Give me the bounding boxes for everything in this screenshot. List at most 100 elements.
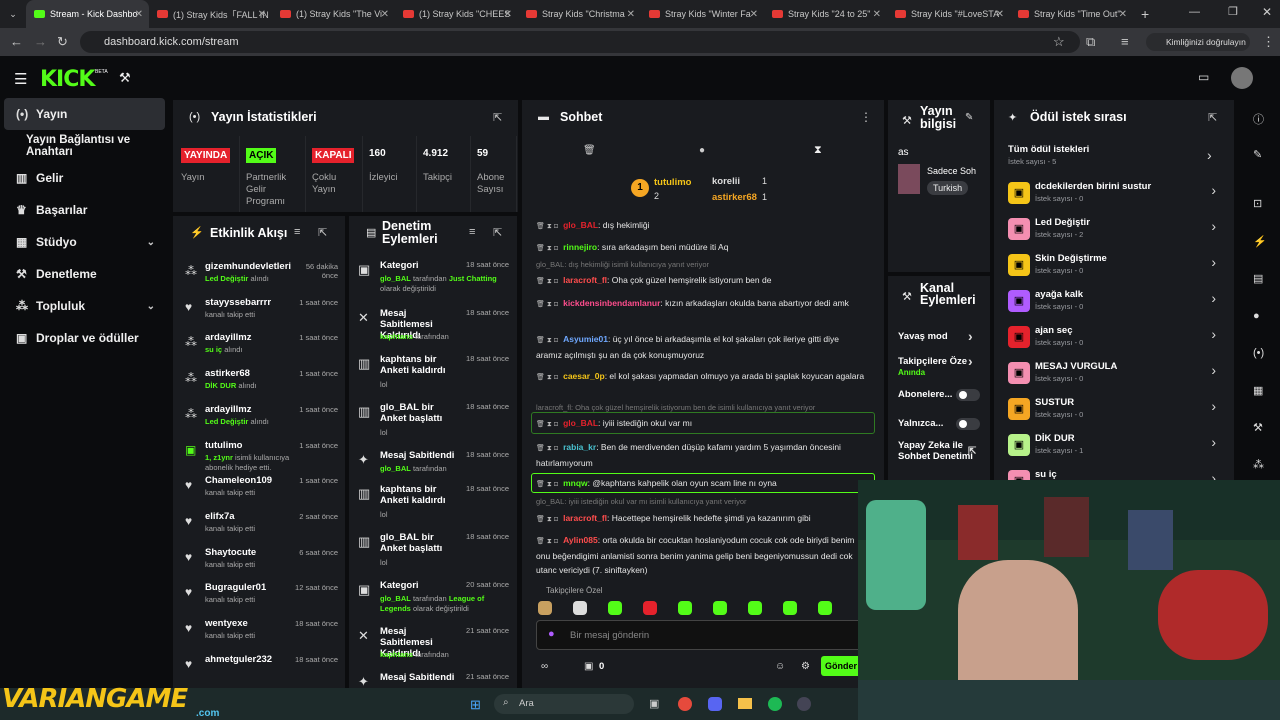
mod-user[interactable]: glo_BAL [380,274,411,283]
folder-icon[interactable] [738,698,752,709]
maximize-button[interactable]: ❐ [1228,5,1238,18]
sidebar-item-6[interactable]: ⚒ Denetleme [4,258,165,290]
chat-username[interactable]: laracroft_fl [563,275,607,285]
chat-username[interactable]: Aylin085 [563,535,598,545]
channel-action[interactable]: Yapay Zeka ile Sohbet Denetimi ⇱ [898,440,980,462]
windows-start-icon[interactable]: ⊞ [470,697,481,713]
url-input[interactable]: dashboard.kick.com/stream [80,31,1080,53]
emoji-icon[interactable]: ☺ [775,661,785,672]
edit-icon[interactable]: ✎ [965,112,973,123]
popout-icon[interactable]: ⇱ [1208,111,1217,124]
popout-icon[interactable]: ⇱ [493,226,502,239]
close-tab-icon[interactable]: ✕ [1119,9,1127,20]
reward-item[interactable]: ▣ Skin Değiştirme İstek sayısı - 0 › [1007,250,1222,284]
external-link-icon[interactable]: ⇱ [968,446,976,457]
menu-dots-icon[interactable]: ⋮ [1262,34,1275,50]
send-button[interactable]: Gönder [821,656,861,676]
channel-action[interactable]: Yalnızca... [898,418,980,430]
emote-icon[interactable] [608,601,622,615]
channel-action[interactable]: Takipçilere Öze Anında › [898,354,980,378]
chevron-right-icon[interactable]: › [1207,147,1212,163]
activity-username[interactable]: ahmetguler232 [205,654,272,665]
emote-icon[interactable] [818,601,832,615]
bolt-icon[interactable]: ⚡ [1253,235,1267,248]
activity-username[interactable]: Chameleon109 [205,475,272,486]
info-icon[interactable]: ⓘ [1253,111,1264,127]
sidebar-item-7[interactable]: ⁂ Topluluk ⌄ [4,290,165,322]
activity-username[interactable]: elifx7a [205,511,235,522]
trash-icon[interactable]: 🗑 ⧗ ⊡ [536,278,560,285]
mod-user[interactable]: glo_BAL [380,464,411,473]
mod-user[interactable]: kaphtans [380,332,413,341]
chat-bubble-icon[interactable]: ● [699,145,705,156]
bookmark-star-icon[interactable]: ☆ [1053,34,1065,50]
chat-icon[interactable]: ● [1253,310,1260,322]
trash-icon[interactable]: 🗑 ⧗ ⊡ [536,538,560,545]
trash-icon[interactable]: 🗑 ⧗ ⊡ [536,374,560,381]
activity-username[interactable]: wentyexe [205,618,248,629]
close-tab-icon[interactable]: ✕ [381,9,389,20]
browser-tab[interactable]: Stray Kids "24 to 25" ✕ [764,0,887,28]
activity-username[interactable]: ardayillmz [205,332,251,343]
close-tab-icon[interactable]: ✕ [627,9,635,20]
activity-username[interactable]: Bugraguler01 [205,582,266,593]
steam-icon[interactable] [797,697,811,711]
browser-tab[interactable]: Stream - Kick Dashbo ✕ [26,0,149,28]
sidebar-item-8[interactable]: ▣ Droplar ve ödüller [4,322,165,354]
trash-icon[interactable]: 🗑 ⧗ ⊡ [536,245,560,252]
avatar[interactable] [1231,67,1253,89]
close-tab-icon[interactable]: ✕ [750,9,758,20]
discord-icon[interactable] [708,697,722,711]
hamburger-icon[interactable]: ☰ [14,70,27,88]
trash-icon[interactable]: 🗑 ⧗ ⊡ [536,301,560,308]
reload-icon[interactable]: ↻ [57,34,68,50]
reward-item[interactable]: ▣ dcdekilerden birini sustur İstek sayısı … [1007,178,1222,212]
media-icon[interactable]: ≡ [1121,34,1129,49]
forward-icon[interactable]: → [34,34,47,49]
trash-icon[interactable]: 🗑 ⧗ ⊡ [536,516,560,523]
channel-action[interactable]: Yavaş mod › [898,329,980,343]
emote-icon[interactable] [538,601,552,615]
activity-username[interactable]: Shaytocute [205,547,256,558]
broadcast-icon[interactable]: (•) [1253,347,1264,359]
layout-icon[interactable]: ▦ [1253,384,1263,397]
gift-icon[interactable]: ▣ [584,661,593,672]
kebab-icon[interactable]: ⋮ [860,110,872,124]
verify-identity-button[interactable]: Kimliğinizi doğrulayın [1146,33,1250,51]
close-tab-icon[interactable]: ✕ [258,9,266,20]
users-icon[interactable]: ⁂ [1253,458,1264,471]
toggle-switch[interactable] [956,389,980,401]
hourglass-icon[interactable]: ⧗ [814,144,822,157]
chat-username[interactable]: laracroft_fl [563,513,607,523]
mod-user[interactable]: kaphtans [380,650,413,659]
chrome-icon[interactable] [678,697,692,711]
chat-username[interactable]: glo_BAL [563,220,598,230]
close-tab-icon[interactable]: ✕ [996,9,1004,20]
all-rewards-label[interactable]: Tüm ödül istekleri [1008,144,1089,155]
emote-icon[interactable] [783,601,797,615]
sidebar-item-1[interactable]: (•) Yayın [4,98,165,130]
list-icon[interactable]: ▤ [1253,272,1263,285]
reward-item[interactable]: ▣ MESAJ VURGULA İstek sayısı - 0 › [1007,358,1222,392]
browser-tab[interactable]: Stray Kids "Time Out" ✕ [1010,0,1133,28]
browser-tab[interactable]: Stray Kids "#LoveSTA ✕ [887,0,1010,28]
wrench-icon[interactable]: ⚒ [1253,421,1263,434]
reward-item[interactable]: ▣ SUSTUR İstek sayısı - 0 › [1007,394,1222,428]
activity-username[interactable]: tutulimo [205,440,242,451]
sidebar-item-5[interactable]: ▦ Stüdyo ⌄ [4,226,165,258]
close-tab-icon[interactable]: ✕ [135,9,143,20]
browser-tab[interactable]: (1) Stray Kids "CHEES ✕ [395,0,518,28]
spotify-icon[interactable] [768,697,782,711]
browser-tab[interactable]: Stray Kids "Christma ✕ [518,0,641,28]
mic-icon[interactable]: ● [548,628,555,640]
trash-icon[interactable]: 🗑 ⧗ ⊡ [536,223,560,230]
emote-icon[interactable] [748,601,762,615]
extensions-icon[interactable]: ⧉ [1086,34,1095,50]
chat-username[interactable]: caesar_0p [563,371,605,381]
sidebar-item-2[interactable]: Yayın Bağlantısı ve Anahtarı [4,130,165,162]
toggle-switch[interactable] [956,418,980,430]
activity-username[interactable]: ardayillmz [205,404,251,415]
popout-icon[interactable]: ⇱ [318,226,327,239]
close-window-button[interactable]: ✕ [1262,5,1272,19]
new-tab-button[interactable]: + [1141,6,1149,22]
